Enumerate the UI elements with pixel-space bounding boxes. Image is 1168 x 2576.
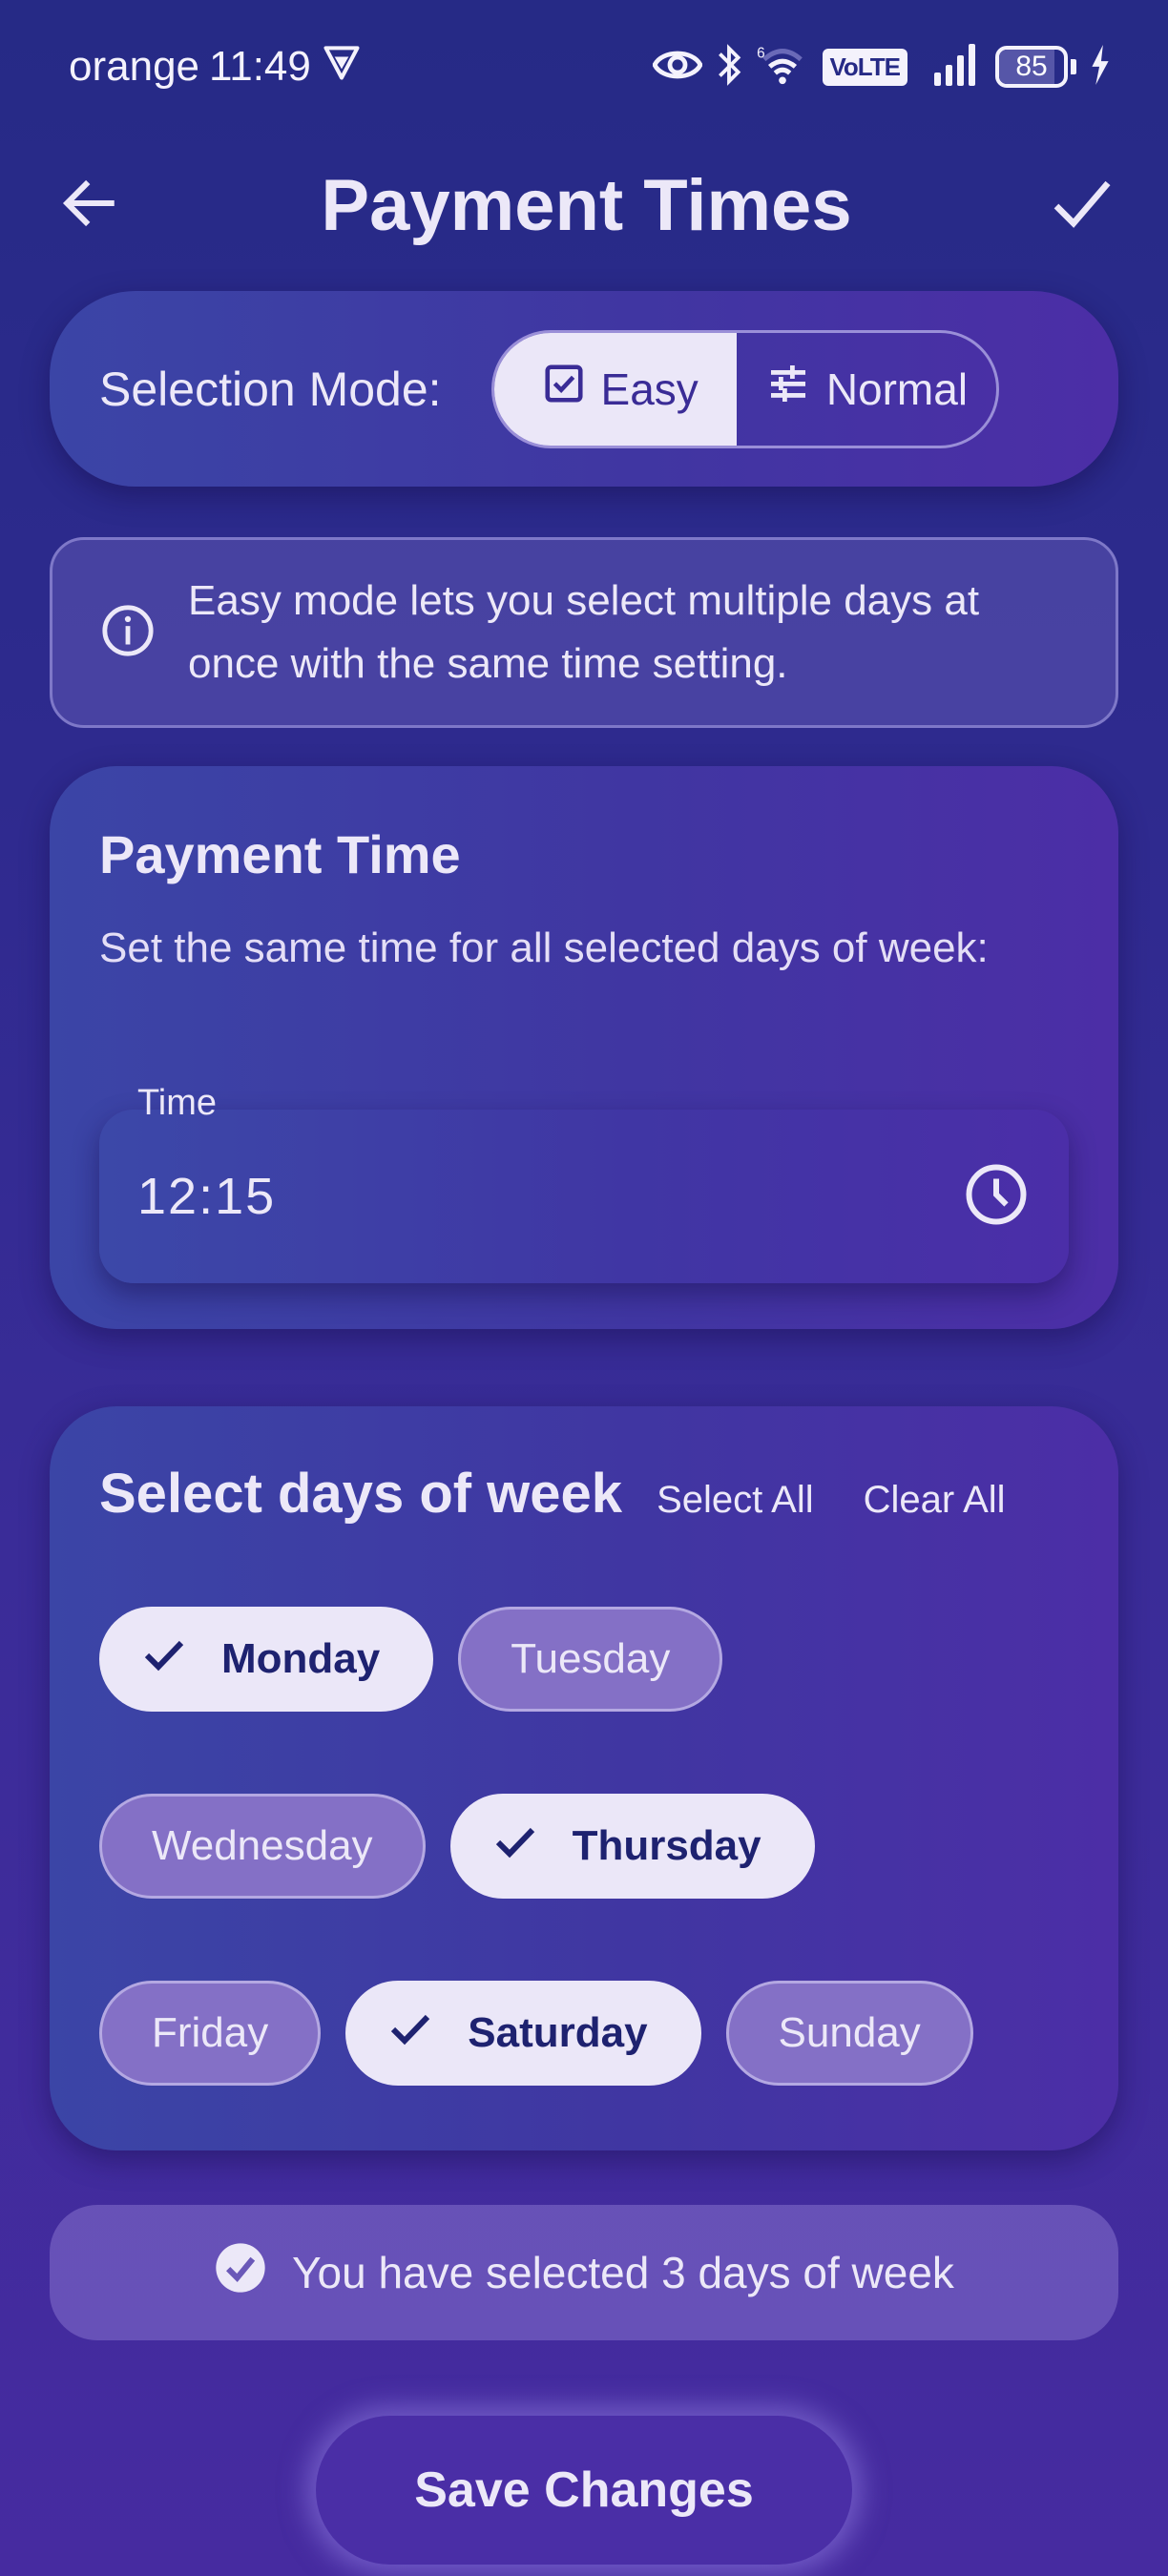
check-circle-icon [214, 2241, 267, 2305]
volte-badge: VoLTE [822, 48, 907, 86]
days-title: Select days of week [99, 1463, 623, 1525]
time-value: 12:15 [137, 1168, 277, 1225]
clear-all-button[interactable]: Clear All [864, 1479, 1006, 1522]
summary-text: You have selected 3 days of week [292, 2248, 954, 2297]
day-chip-label: Thursday [572, 1822, 761, 1869]
day-chip-label: Sunday [778, 2009, 921, 2056]
signal-icon [934, 43, 982, 91]
battery-indicator: 85 [995, 46, 1076, 88]
status-bar-right: 6 VoLTE 85 [651, 43, 1111, 92]
payment-time-card: Payment Time Set the same time for all s… [50, 766, 1118, 1329]
status-bar-left: orange 11:49 [69, 41, 363, 93]
back-button[interactable] [52, 167, 129, 243]
battery-percent: 85 [1015, 51, 1048, 82]
chip-row: Friday Saturday Sunday [99, 1981, 1073, 2086]
clock: 11:49 [209, 43, 311, 90]
days-of-week-card: Select days of week Select All Clear All… [50, 1406, 1118, 2150]
day-chip-thursday[interactable]: Thursday [449, 1794, 815, 1899]
chip-row: Monday Tuesday [99, 1607, 1073, 1712]
days-header: Select days of week Select All Clear All [99, 1462, 1069, 1526]
wifi-icon: 6 [756, 43, 809, 92]
payment-time-description: Set the same time for all selected days … [99, 924, 989, 971]
carrier-name: orange [69, 43, 200, 90]
page-title: Payment Times [321, 164, 852, 246]
selection-summary: You have selected 3 days of week [50, 2205, 1118, 2340]
day-chip-sunday[interactable]: Sunday [725, 1981, 973, 2086]
selection-mode-label: Selection Mode: [99, 362, 442, 416]
day-chip-label: Friday [152, 2009, 269, 2056]
info-icon [100, 603, 156, 663]
chip-row: Wednesday Thursday [99, 1794, 1073, 1899]
day-chip-label: Tuesday [511, 1635, 671, 1682]
status-bar: orange 11:49 6 VoLTE 85 [0, 0, 1168, 134]
bluetooth-icon [716, 43, 742, 92]
time-field-label: Time [137, 1083, 218, 1123]
day-chip-monday[interactable]: Monday [99, 1607, 434, 1712]
select-all-button[interactable]: Select All [657, 1479, 814, 1522]
checkbox-icon [542, 362, 586, 416]
mode-option-label: Easy [600, 364, 699, 414]
day-chip-saturday[interactable]: Saturday [345, 1981, 701, 2086]
time-input[interactable]: 12:15 [99, 1110, 1069, 1283]
mode-option-normal[interactable]: Normal [737, 333, 996, 446]
save-changes-button[interactable]: Save Changes [316, 2416, 852, 2565]
selection-mode-card: Selection Mode: Easy Normal [50, 291, 1118, 487]
vpn-shield-icon [321, 41, 363, 93]
confirm-button[interactable] [1044, 167, 1120, 243]
check-icon [492, 1818, 538, 1875]
eye-icon [651, 46, 703, 89]
charging-bolt-icon [1090, 44, 1111, 90]
check-icon [1048, 169, 1116, 242]
mode-option-easy[interactable]: Easy [493, 332, 737, 446]
info-banner: Easy mode lets you select multiple days … [50, 537, 1118, 728]
clock-icon[interactable] [962, 1160, 1031, 1234]
battery-tip [1071, 59, 1076, 74]
selection-mode-toggle: Easy Normal [490, 329, 1000, 448]
day-chips: Monday Tuesday Wednesday Thursday Friday Satu… [99, 1607, 1073, 2168]
mode-option-label: Normal [825, 364, 969, 414]
payment-time-title: Payment Time [99, 824, 461, 884]
app-bar: Payment Times [0, 134, 1168, 277]
check-icon [387, 2005, 433, 2062]
tune-icon [765, 361, 811, 417]
check-icon [141, 1631, 187, 1688]
day-chip-label: Wednesday [152, 1822, 373, 1869]
day-chip-wednesday[interactable]: Wednesday [99, 1794, 426, 1899]
day-chip-label: Saturday [468, 2009, 648, 2056]
info-text: Easy mode lets you select multiple days … [188, 577, 980, 687]
day-chip-friday[interactable]: Friday [99, 1981, 322, 2086]
arrow-left-icon [59, 172, 122, 239]
day-chip-tuesday[interactable]: Tuesday [458, 1607, 723, 1712]
day-chip-label: Monday [221, 1635, 381, 1682]
